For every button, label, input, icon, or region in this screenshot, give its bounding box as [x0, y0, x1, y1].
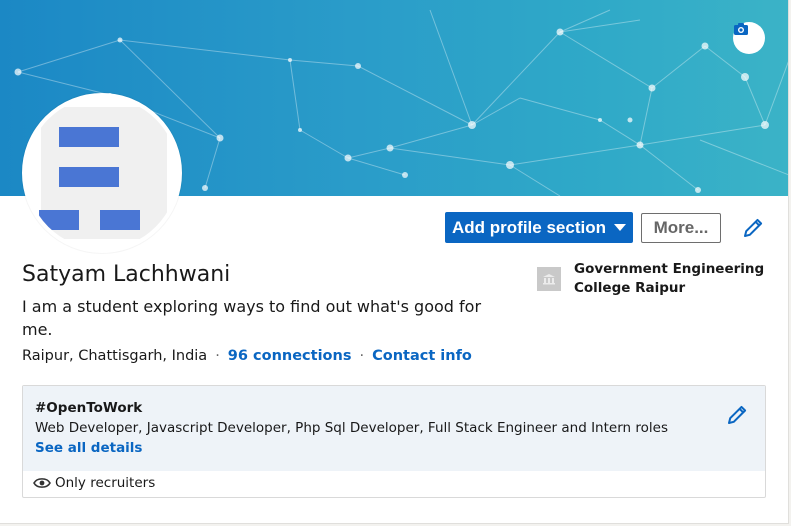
profile-headline: I am a student exploring ways to find ou…	[22, 297, 482, 339]
avatar-bar-top	[59, 127, 119, 147]
avatar-bar-bottom-left	[39, 210, 79, 230]
separator-dot: ·	[359, 348, 365, 364]
education-summary[interactable]: Government Engineering College Raipur	[537, 260, 774, 298]
connections-link[interactable]: 96 connections	[228, 348, 352, 364]
pencil-icon	[744, 218, 763, 237]
open-to-work-roles: Web Developer, Javascript Developer, Php…	[35, 420, 668, 436]
eye-icon	[33, 478, 51, 488]
add-profile-section-button[interactable]: Add profile section	[445, 212, 633, 243]
open-to-work-title: #OpenToWork	[35, 400, 143, 416]
separator-dot: ·	[215, 348, 220, 364]
see-all-details-link[interactable]: See all details	[35, 440, 142, 456]
add-profile-section-label: Add profile section	[452, 217, 606, 237]
school-icon	[537, 267, 561, 291]
education-name[interactable]: Government Engineering College Raipur	[574, 260, 774, 298]
contact-info-link[interactable]: Contact info	[372, 348, 472, 364]
profile-name: Satyam Lachhwani	[22, 262, 231, 287]
edit-open-to-work-button[interactable]	[725, 403, 749, 427]
location-line: Raipur, Chattisgarh, India · 96 connecti…	[22, 348, 472, 364]
profile-card: Add profile section More... Satyam Lachh…	[0, 0, 789, 524]
avatar-bar-bottom-right	[100, 210, 140, 230]
avatar	[39, 107, 167, 239]
visibility-row: Only recruiters	[33, 475, 155, 491]
profile-location: Raipur, Chattisgarh, India	[22, 348, 208, 364]
profile-photo[interactable]	[22, 93, 182, 253]
open-to-work-card: #OpenToWork Web Developer, Javascript De…	[22, 385, 766, 498]
edit-intro-button[interactable]	[741, 216, 765, 240]
avatar-bar-middle	[59, 167, 119, 187]
more-button[interactable]: More...	[641, 213, 721, 243]
open-to-work-header: #OpenToWork Web Developer, Javascript De…	[23, 386, 765, 471]
caret-down-icon	[613, 224, 626, 231]
pencil-icon	[728, 405, 747, 424]
camera-icon	[734, 23, 748, 35]
visibility-label: Only recruiters	[55, 475, 156, 491]
edit-banner-button[interactable]	[733, 22, 765, 54]
more-label: More...	[653, 218, 709, 237]
